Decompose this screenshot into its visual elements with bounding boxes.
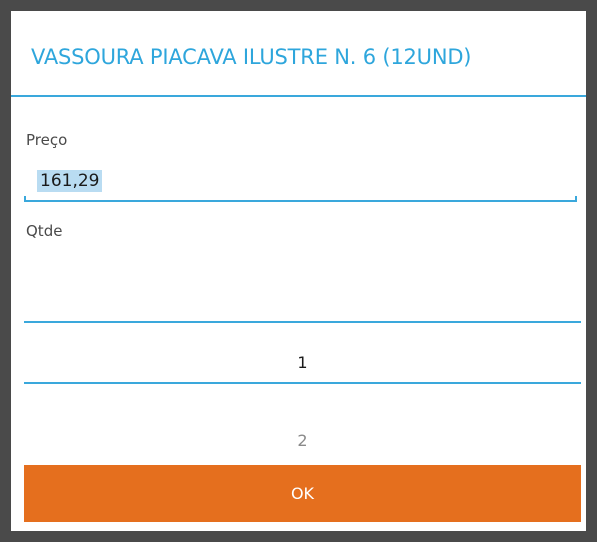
price-input[interactable]: 161,29 — [24, 164, 577, 202]
price-label: Preço — [26, 131, 68, 149]
dialog-title-bar: VASSOURA PIACAVA ILUSTRE N. 6 (12UND) — [11, 11, 586, 97]
quantity-dialog: VASSOURA PIACAVA ILUSTRE N. 6 (12UND) Pr… — [11, 11, 586, 531]
picker-selected-value[interactable]: 1 — [24, 353, 581, 372]
picker-next-value[interactable]: 2 — [24, 431, 581, 450]
quantity-label: Qtde — [26, 222, 63, 240]
picker-divider-top — [24, 321, 581, 323]
dialog-title: VASSOURA PIACAVA ILUSTRE N. 6 (12UND) — [31, 45, 472, 69]
ok-button[interactable]: OK — [24, 465, 581, 522]
quantity-picker[interactable]: 1 2 — [24, 256, 581, 466]
picker-divider-bottom — [24, 382, 581, 384]
price-value: 161,29 — [37, 170, 103, 192]
